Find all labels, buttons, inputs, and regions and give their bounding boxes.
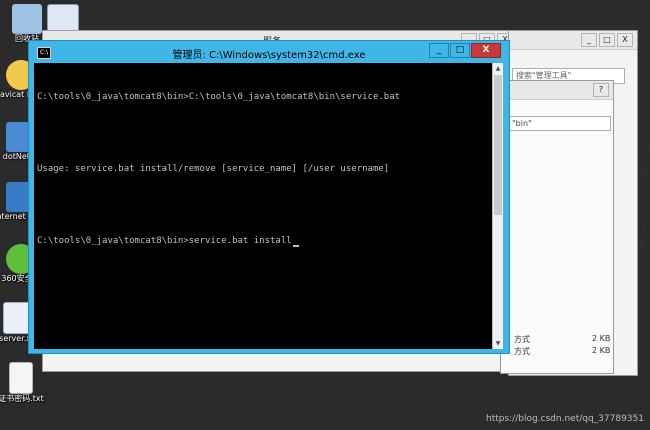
vertical-scrollbar[interactable]: ▲ ▼	[492, 63, 503, 349]
file-row[interactable]: 方式	[514, 334, 530, 345]
admin-tools-window-controls: _ □ X	[581, 33, 633, 47]
side-peek-text: 本	[638, 239, 646, 248]
file-size: 2 KB	[592, 334, 611, 343]
cmd-window-controls: _ □ X	[429, 43, 501, 58]
cert-password-file[interactable]: 证书密码.txt	[0, 362, 48, 404]
console-command: C:\tools\0_java\tomcat8\bin>service.bat …	[37, 236, 292, 246]
console-input-line[interactable]: C:\tools\0_java\tomcat8\bin>service.bat …	[37, 235, 495, 247]
maximize-button[interactable]: □	[450, 43, 470, 58]
side-peek-text: 下	[638, 197, 646, 206]
file-size: 2 KB	[592, 346, 611, 355]
maximize-button[interactable]: □	[599, 33, 615, 47]
txt-file-icon	[9, 362, 33, 394]
text-cursor	[292, 245, 299, 247]
file-type: 方式	[514, 335, 530, 344]
cmd-window[interactable]: C:\ 管理员: C:\Windows\system32\cmd.exe _ □…	[28, 40, 510, 354]
close-button[interactable]: X	[617, 33, 633, 47]
file-row[interactable]: 方式	[514, 346, 530, 357]
side-peek-text: 区	[638, 223, 646, 232]
console-output[interactable]: C:\tools\0_java\tomcat8\bin>C:\tools\0_j…	[34, 63, 498, 349]
scroll-thumb[interactable]	[494, 75, 502, 215]
bin-explorer-titlebar[interactable]: ?	[501, 81, 613, 100]
help-button[interactable]: ?	[593, 83, 609, 97]
minimize-button[interactable]: _	[581, 33, 597, 47]
scroll-up-icon[interactable]: ▲	[494, 64, 502, 73]
desktop-icon-label: 证书密码.txt	[0, 394, 44, 403]
minimize-button[interactable]: _	[429, 43, 449, 58]
admin-tools-titlebar[interactable]: _ □ X	[509, 31, 637, 50]
side-peek-text: (6)	[638, 142, 650, 151]
close-button[interactable]: X	[471, 43, 501, 58]
bin-window-controls: ?	[593, 83, 609, 97]
watermark: https://blog.csdn.net/qq_37789351	[485, 414, 644, 424]
file-type: 方式	[514, 347, 530, 356]
console-line: Usage: service.bat install/remove [servi…	[37, 164, 390, 174]
cmd-titlebar[interactable]: C:\ 管理员: C:\Windows\system32\cmd.exe _ □…	[29, 41, 509, 63]
console-line: C:\tools\0_java\tomcat8\bin>C:\tools\0_j…	[37, 92, 401, 102]
address-bar[interactable]: "bin"	[508, 116, 611, 131]
scroll-down-icon[interactable]: ▼	[494, 339, 502, 348]
side-peek-text: 视	[638, 167, 646, 176]
